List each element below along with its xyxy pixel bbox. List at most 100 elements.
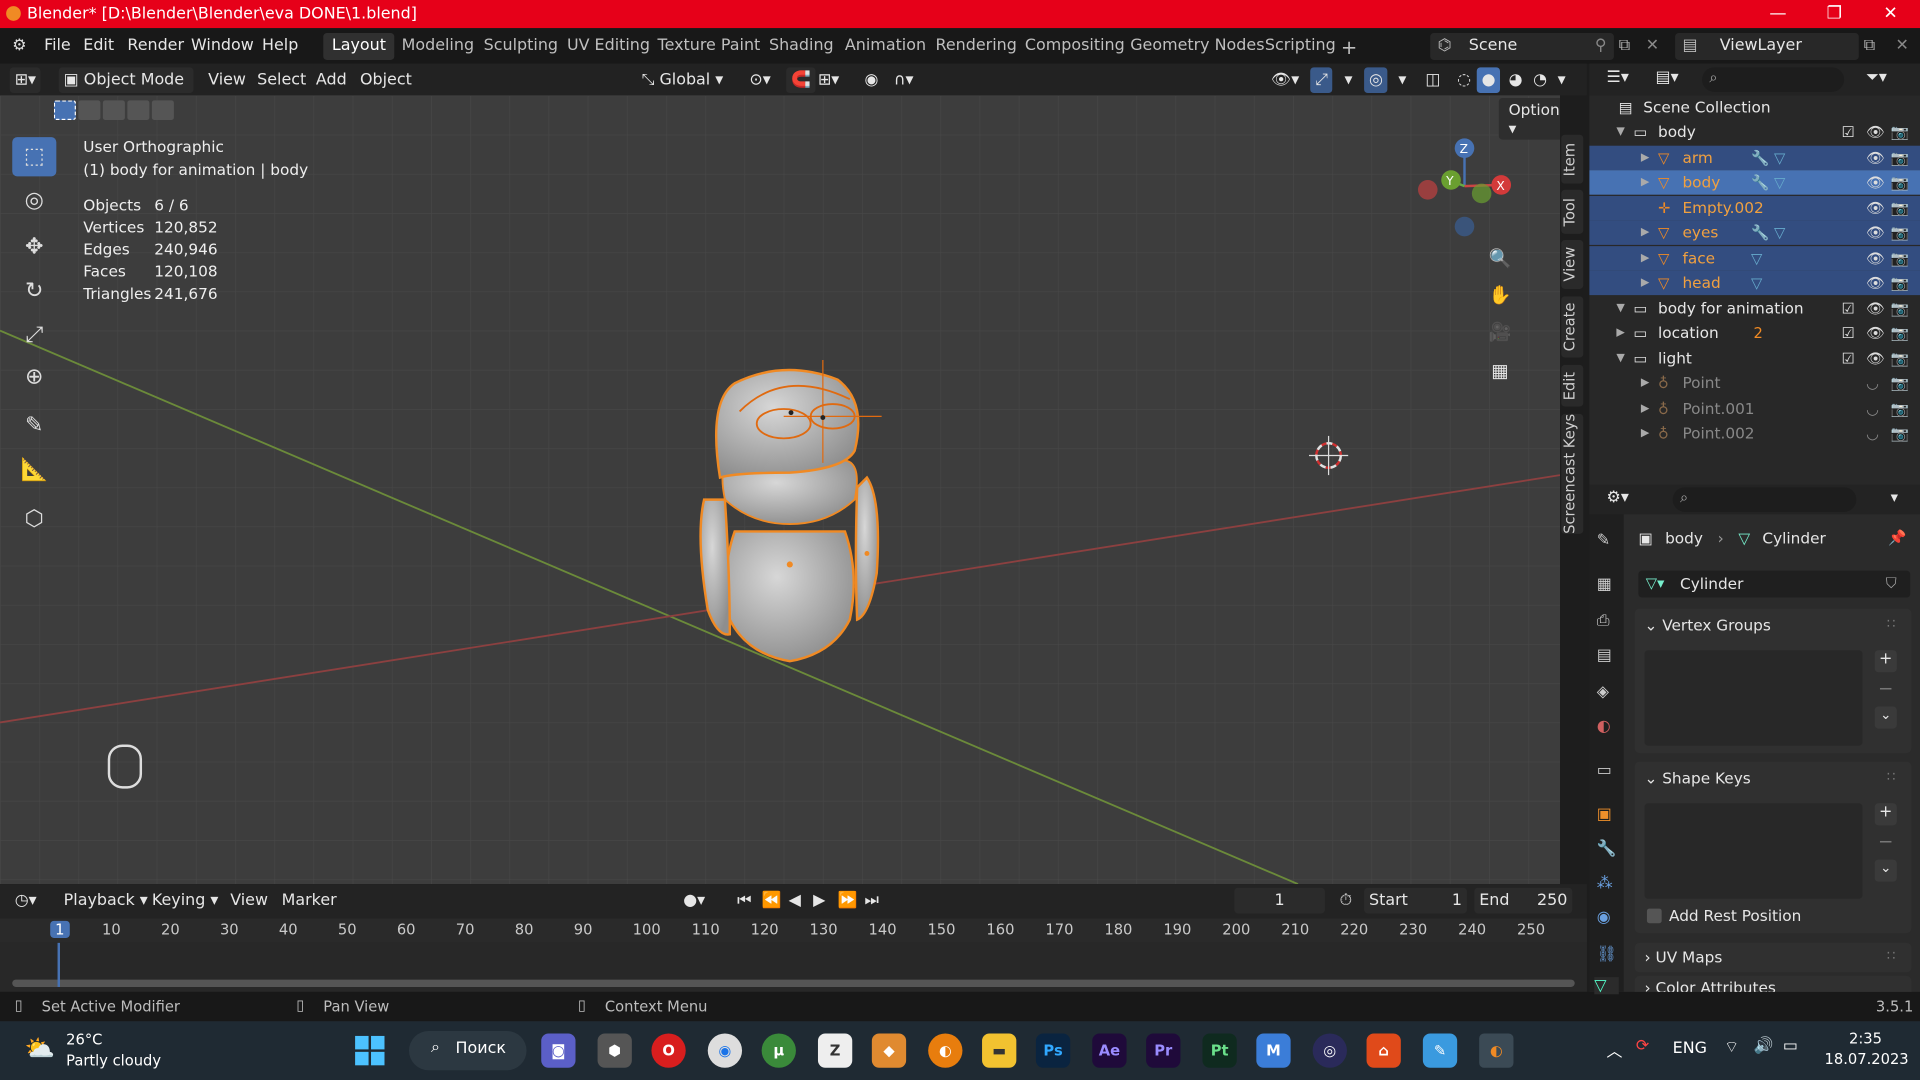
timeline-ruler[interactable]: 1 10 20 30 40 50 60 70 80 90 100 110 120 130 140 150 160… bbox=[0, 918, 1587, 943]
battery-icon[interactable]: ▭ bbox=[1783, 1037, 1798, 1055]
sync-icon[interactable]: ⟳ bbox=[1636, 1037, 1649, 1055]
outliner-row-location[interactable]: ▶ ▭ location 2 ☑ 👁 📷 bbox=[1589, 321, 1920, 345]
jump-keyframe-back-icon[interactable]: ⏪ bbox=[757, 888, 787, 914]
expand-arrow-icon[interactable]: ▶ bbox=[1641, 375, 1649, 392]
expand-arrow-icon[interactable]: ▶ bbox=[1616, 324, 1624, 341]
davinci-icon[interactable]: ◎ bbox=[1312, 1033, 1347, 1068]
drag-handle-icon[interactable]: ∷ bbox=[1887, 769, 1896, 785]
render-camera-icon[interactable]: 📷 bbox=[1891, 400, 1909, 417]
collection-checkbox[interactable]: ☑ bbox=[1842, 124, 1855, 141]
volume-icon[interactable]: 🔊 bbox=[1753, 1037, 1773, 1055]
gizmo-dropdown-icon[interactable]: ▾ bbox=[1340, 67, 1358, 93]
eye-icon[interactable]: 👁 bbox=[1866, 274, 1885, 291]
new-view-layer-icon[interactable]: ⧉ bbox=[1864, 37, 1875, 55]
eye-icon[interactable]: 👁 bbox=[1866, 224, 1885, 241]
proportional-edit-icon[interactable]: ◉ bbox=[860, 67, 884, 93]
collection-checkbox[interactable]: ☑ bbox=[1842, 324, 1855, 341]
constraints-tab-icon[interactable]: ⛓ bbox=[1597, 945, 1617, 963]
render-camera-icon[interactable]: 📷 bbox=[1891, 274, 1909, 291]
tab-screencast-keys[interactable]: Screencast Keys bbox=[1561, 413, 1584, 534]
gizmo-toggle-icon[interactable]: ⤢ bbox=[1310, 67, 1333, 94]
workspace-tab-animation[interactable]: Animation bbox=[836, 33, 934, 60]
outliner-row-body[interactable]: ▶ ▽ body 🔧 ▽ 👁 📷 bbox=[1589, 170, 1920, 195]
properties-options-icon[interactable]: ▾ bbox=[1891, 489, 1898, 506]
outliner-row-eyes[interactable]: ▶ ▽ eyes 🔧 ▽ 👁 📷 bbox=[1589, 220, 1920, 245]
menu-edit[interactable]: Edit bbox=[83, 37, 114, 55]
camera-view-icon[interactable]: 🎥 bbox=[1484, 316, 1516, 348]
pin-icon[interactable]: ⚲ bbox=[1595, 37, 1607, 55]
workspace-tab-geometry-nodes[interactable]: Geometry Nodes bbox=[1122, 33, 1273, 60]
modifier-tab-icon[interactable]: 🔧 bbox=[1597, 840, 1617, 858]
menu-view[interactable]: View bbox=[203, 67, 251, 93]
data-tab-icon[interactable]: ▽ bbox=[1594, 977, 1619, 996]
solid-shading-icon[interactable]: ● bbox=[1476, 67, 1501, 94]
eye-icon[interactable]: 👁 bbox=[1866, 299, 1885, 316]
fake-user-icon[interactable]: ⛉ bbox=[1886, 574, 1897, 592]
view-layer-tab-icon[interactable]: ▤ bbox=[1597, 647, 1612, 665]
delete-view-layer-icon[interactable]: ✕ bbox=[1896, 37, 1909, 55]
timeline-editor-type-icon[interactable]: ◷▾ bbox=[10, 888, 42, 914]
chevron-up-icon[interactable]: ︿ bbox=[1607, 1038, 1623, 1061]
cursor-tool-icon[interactable]: ◎ bbox=[12, 181, 56, 220]
pin-icon[interactable]: 📌 bbox=[1888, 529, 1906, 546]
rotate-tool-icon[interactable]: ↻ bbox=[12, 272, 56, 311]
output-tab-icon[interactable]: ⎙ bbox=[1597, 612, 1610, 630]
render-camera-icon[interactable]: 📷 bbox=[1891, 249, 1909, 266]
workspace-tab-compositing[interactable]: Compositing bbox=[1016, 33, 1133, 60]
modifier-icon[interactable]: ▽ bbox=[1751, 274, 1762, 291]
wireframe-shading-icon[interactable]: ◌ bbox=[1452, 67, 1476, 93]
properties-editor-type-icon[interactable]: ⚙▾ bbox=[1607, 489, 1629, 507]
maximize-button[interactable]: ❐ bbox=[1806, 0, 1862, 28]
move-tool-icon[interactable]: ✥ bbox=[12, 228, 56, 267]
eye-icon[interactable]: 👁 bbox=[1866, 174, 1885, 191]
expand-arrow-icon[interactable]: ▼ bbox=[1616, 299, 1624, 316]
expand-arrow-icon[interactable]: ▶ bbox=[1641, 425, 1649, 442]
drag-handle-icon[interactable]: ∷ bbox=[1887, 948, 1896, 964]
particles-tab-icon[interactable]: ⁂ bbox=[1597, 874, 1613, 892]
falloff-icon[interactable]: ∩▾ bbox=[889, 67, 918, 93]
collection-checkbox[interactable]: ☑ bbox=[1842, 350, 1855, 367]
eye-icon[interactable]: 👁 bbox=[1866, 324, 1885, 341]
expand-arrow-icon[interactable]: ▶ bbox=[1641, 274, 1649, 291]
hidden-eye-icon[interactable]: ◡ bbox=[1866, 400, 1879, 417]
transform-tool-icon[interactable]: ⊕ bbox=[12, 358, 56, 397]
photoshop-icon[interactable]: Ps bbox=[1035, 1033, 1071, 1068]
menu-select[interactable]: Select bbox=[252, 67, 311, 93]
pivot-point-icon[interactable]: ⊙▾ bbox=[744, 67, 775, 93]
expand-arrow-icon[interactable]: ▼ bbox=[1616, 124, 1624, 141]
jump-start-icon[interactable]: ⏮ bbox=[732, 888, 756, 914]
file-explorer-icon[interactable]: ▬ bbox=[982, 1033, 1017, 1068]
current-frame-field[interactable]: 1 bbox=[1234, 887, 1325, 914]
play-icon[interactable]: ▶ bbox=[808, 888, 830, 914]
object-tab-icon[interactable]: ▣ bbox=[1597, 806, 1612, 824]
windows-start-icon[interactable] bbox=[355, 1035, 387, 1066]
outliner-scene-collection[interactable]: ▤ Scene Collection bbox=[1589, 96, 1920, 120]
zbrush-icon[interactable]: Z bbox=[817, 1033, 853, 1068]
premiere-icon[interactable]: Pr bbox=[1146, 1033, 1181, 1068]
menu-help[interactable]: Help bbox=[262, 37, 298, 55]
painter-icon[interactable]: Pt bbox=[1202, 1033, 1237, 1068]
hidden-eye-icon[interactable]: ◡ bbox=[1866, 425, 1879, 442]
minimize-button[interactable]: — bbox=[1750, 0, 1806, 28]
expand-arrow-icon[interactable]: ▶ bbox=[1641, 224, 1649, 241]
start-frame-field[interactable]: Start 1 bbox=[1364, 887, 1467, 914]
stopwatch-icon[interactable]: ⏱ bbox=[1335, 888, 1357, 914]
uv-maps-panel[interactable]: › UV Maps ∷ bbox=[1634, 942, 1912, 973]
workspace-tab-shading[interactable]: Shading bbox=[760, 33, 842, 60]
pan-hand-icon[interactable]: ✋ bbox=[1484, 279, 1516, 311]
eye-icon[interactable]: 👁 bbox=[1866, 350, 1885, 367]
expand-arrow-icon[interactable]: ▶ bbox=[1641, 149, 1649, 166]
outliner-row-point-001[interactable]: ▶ ♁ Point.001 ◡ 📷 bbox=[1589, 396, 1920, 420]
expand-arrow-icon[interactable]: ▶ bbox=[1641, 174, 1649, 191]
modifier-icon[interactable]: ▽ bbox=[1751, 249, 1762, 266]
play-reverse-icon[interactable]: ◀ bbox=[784, 888, 806, 914]
shape-keys-list[interactable] bbox=[1644, 803, 1863, 899]
render-camera-icon[interactable]: 📷 bbox=[1891, 350, 1909, 367]
shading-dropdown-icon[interactable]: ▾ bbox=[1553, 67, 1571, 93]
outliner-row-body[interactable]: ▼ ▭ body ☑ 👁 📷 bbox=[1589, 120, 1920, 144]
render-camera-icon[interactable]: 📷 bbox=[1891, 124, 1909, 141]
snap-toggle-icon[interactable]: 🧲 bbox=[786, 67, 816, 94]
blender-menu-icon[interactable]: ⚙ bbox=[12, 37, 26, 55]
mesh-data-name-field[interactable]: ▽▾ Cylinder ⛉ bbox=[1638, 570, 1911, 598]
tab-item[interactable]: Item bbox=[1561, 134, 1584, 184]
